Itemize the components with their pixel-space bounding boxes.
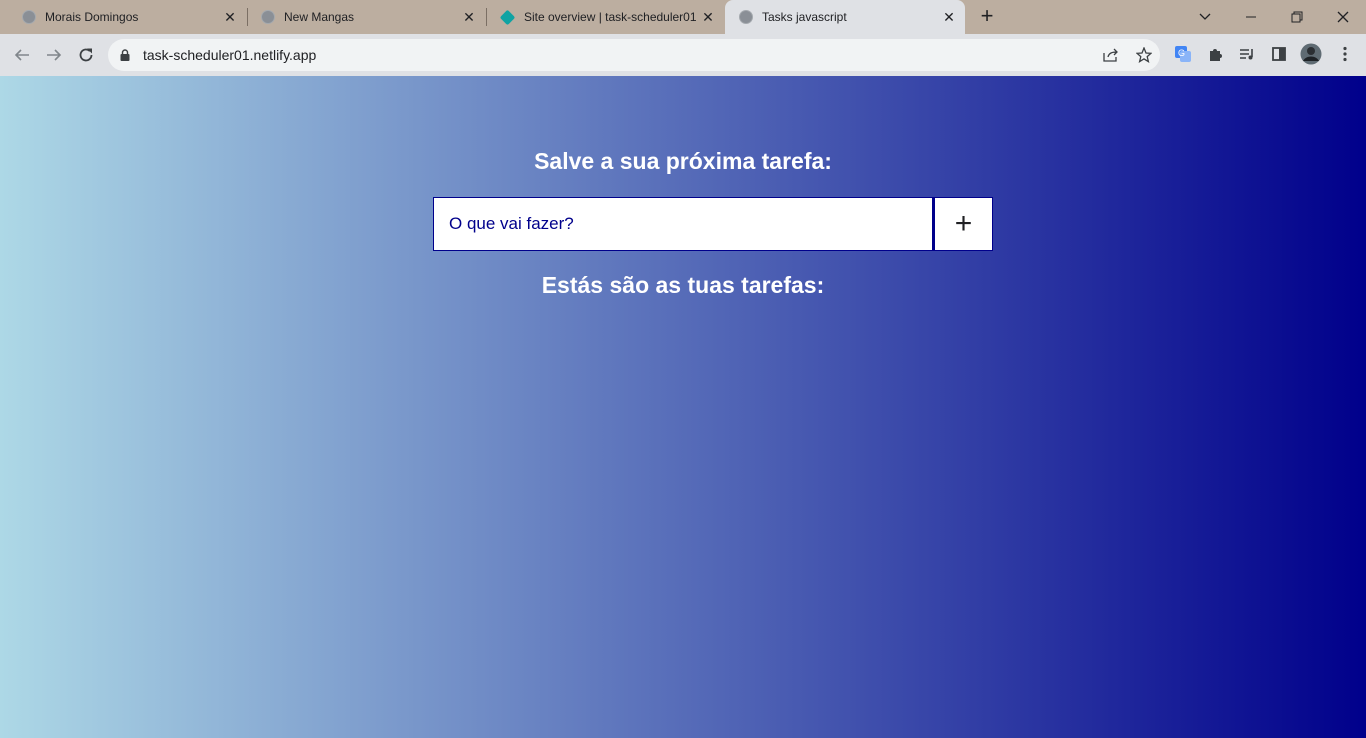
media-control-button[interactable]	[1236, 43, 1258, 65]
tab-search-button[interactable]	[1182, 0, 1228, 34]
page-viewport: Salve a sua próxima tarefa: + Estás são …	[0, 76, 1366, 738]
restore-button[interactable]	[1274, 0, 1320, 34]
side-panel-icon	[1272, 47, 1286, 61]
avatar	[1300, 43, 1322, 65]
tab-morais-domingos[interactable]: Morais Domingos ✕	[0, 0, 246, 34]
minimize-button[interactable]	[1228, 0, 1274, 34]
svg-text:G: G	[1178, 48, 1185, 58]
address-bar[interactable]: task-scheduler01.netlify.app	[108, 39, 1160, 71]
close-tab-icon[interactable]: ✕	[220, 9, 240, 26]
new-tab-button[interactable]: +	[976, 5, 998, 27]
tab-title: Tasks javascript	[762, 10, 847, 24]
share-icon	[1103, 48, 1118, 62]
extensions-button[interactable]	[1205, 43, 1227, 65]
tab-new-mangas[interactable]: New Mangas ✕	[239, 0, 485, 34]
task-form: +	[433, 197, 993, 251]
browser-window: Morais Domingos ✕ New Mangas ✕ Site over…	[0, 0, 1366, 738]
lock-icon	[120, 49, 130, 61]
restore-icon	[1291, 11, 1303, 23]
globe-icon	[22, 10, 36, 24]
side-panel-button[interactable]	[1268, 43, 1290, 65]
puzzle-icon	[1210, 49, 1222, 61]
tasks-heading: Estás são as tuas tarefas:	[541, 272, 825, 298]
bookmark-button[interactable]	[1135, 46, 1153, 64]
translate-extension-button[interactable]: G	[1172, 43, 1194, 65]
share-button[interactable]	[1102, 46, 1120, 64]
netlify-icon	[499, 9, 516, 25]
url-text: task-scheduler01.netlify.app	[143, 47, 317, 63]
globe-icon	[739, 10, 753, 24]
globe-icon	[261, 10, 275, 24]
back-button[interactable]	[10, 43, 34, 67]
tab-tasks-javascript[interactable]: Tasks javascript ✕	[725, 0, 965, 34]
playlist-icon	[1240, 49, 1253, 60]
forward-button[interactable]	[42, 43, 66, 67]
profile-avatar-button[interactable]	[1300, 43, 1322, 65]
task-input[interactable]	[433, 197, 933, 251]
tab-title: Morais Domingos	[45, 10, 139, 24]
star-icon	[1136, 47, 1152, 63]
minimize-icon	[1246, 16, 1256, 18]
tab-title: New Mangas	[284, 10, 355, 24]
page-title: Salve a sua próxima tarefa:	[534, 148, 832, 174]
close-window-button[interactable]	[1320, 0, 1366, 34]
close-tab-icon[interactable]: ✕	[459, 9, 479, 26]
arrow-right-icon	[47, 49, 62, 61]
translate-icon: G	[1175, 46, 1191, 62]
kebab-menu-icon	[1343, 46, 1347, 62]
reload-button[interactable]	[74, 43, 98, 67]
arrow-left-icon	[14, 49, 29, 61]
close-tab-icon[interactable]: ✕	[698, 9, 718, 26]
add-task-button[interactable]: +	[933, 197, 993, 251]
tab-title: Site overview | task-scheduler01	[524, 10, 697, 24]
chevron-down-icon	[1199, 13, 1211, 20]
tab-site-overview[interactable]: Site overview | task-scheduler01 ✕	[478, 0, 724, 34]
close-icon	[1337, 11, 1349, 23]
browser-toolbar: task-scheduler01.netlify.app G	[0, 34, 1366, 76]
chrome-menu-button[interactable]	[1334, 43, 1356, 65]
reload-icon	[79, 48, 93, 62]
plus-icon: +	[954, 207, 973, 240]
tab-strip: Morais Domingos ✕ New Mangas ✕ Site over…	[0, 0, 1366, 34]
close-tab-icon[interactable]: ✕	[939, 9, 959, 26]
